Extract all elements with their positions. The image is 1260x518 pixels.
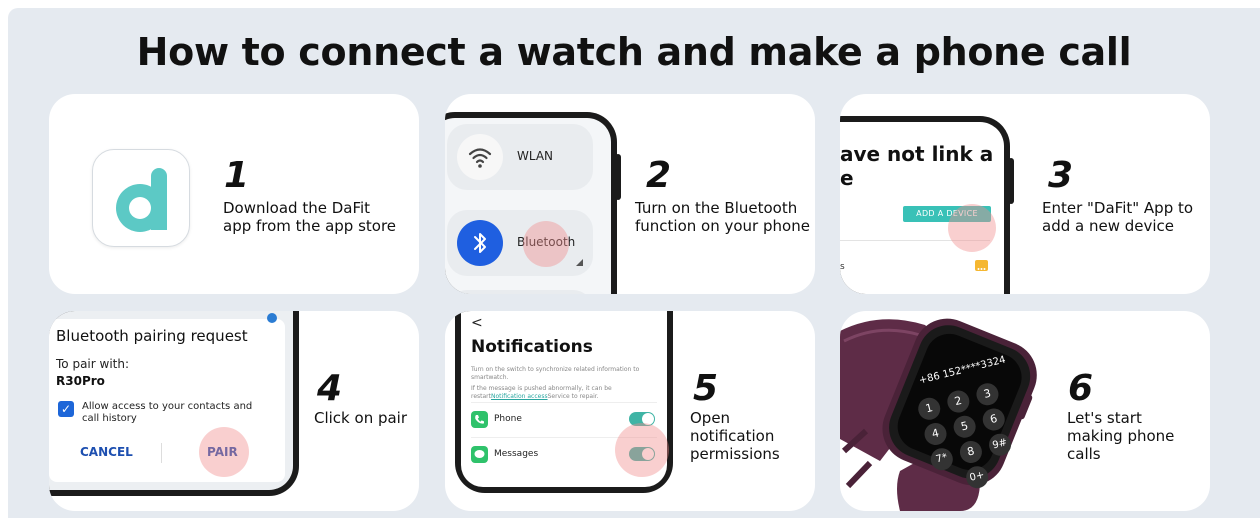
dial-key[interactable]: 3 [974, 380, 1001, 408]
wifi-icon [457, 134, 503, 180]
step-card-2: WLAN Bluetooth 2 Turn on the Bluetooth f… [445, 94, 815, 294]
dial-key[interactable]: 9# [986, 431, 1014, 459]
tap-highlight [523, 221, 569, 267]
divider [471, 402, 657, 403]
step-card-5: < Notifications Turn on the switch to sy… [445, 311, 815, 511]
wlan-tile[interactable]: WLAN [447, 124, 593, 190]
bluetooth-tile[interactable]: Bluetooth [447, 210, 593, 276]
bluetooth-icon [457, 220, 503, 266]
cancel-button[interactable]: CANCEL [80, 445, 133, 459]
instruction-board: How to connect a watch and make a phone … [8, 8, 1260, 518]
step-card-1: 1 Download the DaFit app from the app st… [49, 94, 419, 294]
notification-access-link[interactable]: Notification access [491, 393, 548, 400]
notifications-desc-2: If the message is pushed abnormally, it … [471, 385, 653, 401]
tap-highlight [199, 427, 249, 477]
step-description: Enter "DaFit" App to add a new device [1042, 199, 1194, 235]
expand-corner-icon [576, 259, 583, 266]
desc-text: Service to repair. [547, 393, 599, 400]
status-dot [267, 313, 277, 323]
dial-key[interactable]: 4 [922, 420, 949, 448]
step-description: Open notification permissions [690, 409, 780, 463]
message-icon[interactable] [975, 260, 988, 271]
screen-heading-cont: e [840, 166, 854, 190]
phone-side-button [615, 154, 621, 200]
tap-highlight [615, 423, 669, 477]
device-name: R30Pro [56, 374, 105, 388]
list-item-fragment: s [840, 262, 845, 272]
screen-heading: ave not link a [840, 142, 994, 166]
dafit-app-icon[interactable] [92, 149, 190, 247]
next-tile [447, 290, 593, 294]
step-description: Click on pair [314, 409, 408, 427]
step-card-3: ave not link a e ADD A DEVICE s 3 Enter … [840, 94, 1210, 294]
back-icon[interactable]: < [471, 315, 483, 331]
phone-screen: WLAN Bluetooth [445, 118, 611, 294]
wlan-label: WLAN [517, 149, 554, 163]
dial-key[interactable]: 7* [928, 445, 956, 473]
step-card-6: +86 152****3324 1 2 3 4 5 6 7* 8 9# 0+ 6… [840, 311, 1210, 511]
dial-key[interactable]: 0+ [963, 463, 991, 491]
step-description: Let's start making phone calls [1067, 409, 1175, 463]
step-description: Turn on the Bluetooth function on your p… [635, 199, 810, 235]
pairing-dialog: Bluetooth pairing request To pair with: … [49, 319, 285, 482]
dial-key[interactable]: 6 [980, 406, 1008, 433]
notifications-desc: Turn on the switch to synchronize relate… [471, 366, 640, 381]
page-title: How to connect a watch and make a phone … [136, 30, 1132, 74]
step-description: Download the DaFit app from the app stor… [223, 199, 397, 235]
button-divider [161, 443, 162, 463]
phone-app-icon [471, 411, 488, 428]
phone-side-button [1008, 158, 1014, 204]
dial-key[interactable]: 1 [915, 395, 943, 423]
dial-key[interactable]: 5 [951, 413, 978, 441]
step-number: 5 [693, 368, 719, 409]
dial-key[interactable]: 8 [957, 438, 985, 466]
dial-key[interactable]: 2 [945, 388, 972, 415]
smartwatch-image: +86 152****3324 1 2 3 4 5 6 7* 8 9# 0+ [840, 311, 1040, 511]
step-number: 2 [646, 155, 672, 196]
pair-with-label: To pair with: [56, 357, 130, 371]
dialog-title: Bluetooth pairing request [56, 327, 248, 345]
allow-access-label: Allow access to your contacts and call h… [82, 401, 253, 424]
phone-screen: Bluetooth pairing request To pair with: … [49, 311, 293, 490]
step-number: 6 [1068, 368, 1094, 409]
allow-access-checkbox[interactable]: ✓ [58, 401, 74, 417]
tap-highlight [948, 204, 996, 252]
notifications-heading: Notifications [471, 337, 593, 357]
step-number: 4 [317, 368, 343, 409]
messages-app-icon [471, 446, 488, 463]
phone-label: Phone [494, 414, 522, 424]
step-card-4: Bluetooth pairing request To pair with: … [49, 311, 419, 511]
messages-label: Messages [494, 449, 539, 459]
step-number: 3 [1048, 155, 1074, 196]
step-number: 1 [224, 155, 250, 196]
